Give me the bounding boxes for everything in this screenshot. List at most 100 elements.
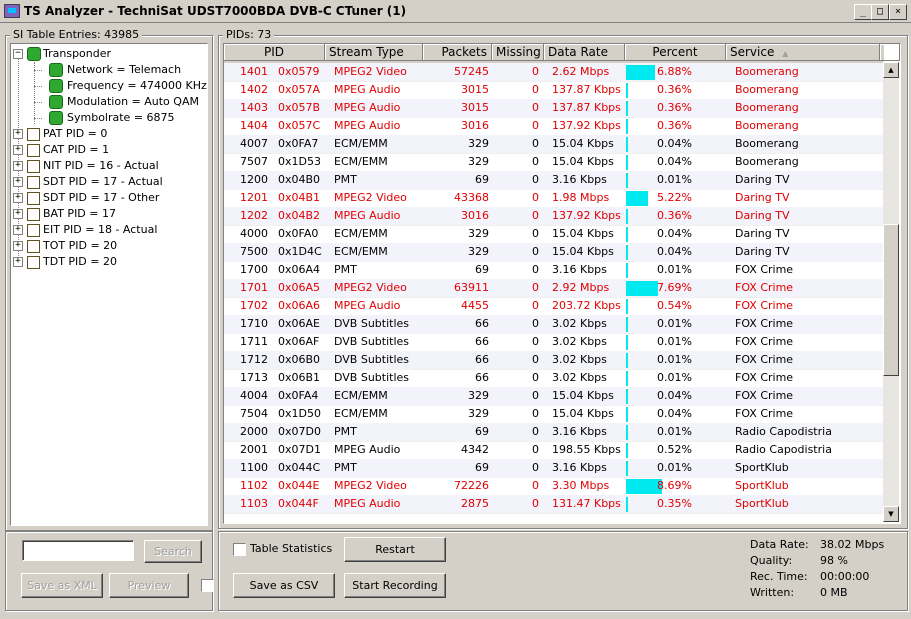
table-row[interactable]: 1702 0x06A6 MPEG Audio 4455 0 203.72 Kbps 0.54…	[224, 297, 884, 316]
table-row[interactable]: 1202 0x04B2 MPEG Audio 3016 0 137.92 Kbps 0.36…	[224, 207, 884, 226]
collapse-icon[interactable]: −	[13, 49, 23, 59]
cell-pid: 1712	[240, 353, 268, 366]
column-header-data-rate[interactable]: Data Rate	[544, 44, 625, 61]
table-row[interactable]: 1712 0x06B0 DVB Subtitles 66 0 3.02 Kbps 0.01%…	[224, 351, 884, 370]
tree-item[interactable]: Frequency = 474000 KHz	[11, 78, 207, 94]
table-row[interactable]: 1710 0x06AE DVB Subtitles 66 0 3.02 Kbps 0.01%…	[224, 315, 884, 334]
start-recording-button[interactable]: Start Recording	[344, 573, 446, 598]
table-row[interactable]: 1103 0x044F MPEG Audio 2875 0 131.47 Kbps 0.35…	[224, 495, 884, 514]
table-row[interactable]: 1102 0x044E MPEG2 Video 72226 0 3.30 Mbps 8.69…	[224, 477, 884, 496]
tree-item[interactable]: Symbolrate = 6875	[11, 110, 207, 126]
table-row[interactable]: 1404 0x057C MPEG Audio 3016 0 137.92 Kbps 0.36…	[224, 117, 884, 136]
cell-service: Boomerang	[735, 101, 799, 114]
table-row[interactable]: 4000 0x0FA0 ECM/EMM 329 0 15.04 Kbps 0.04% Dari…	[224, 225, 884, 244]
si-table-icon	[27, 176, 40, 189]
tree-item[interactable]: − Transponder	[11, 46, 207, 62]
column-header-missing[interactable]: Missing	[492, 44, 544, 61]
cell-packets: 69	[475, 425, 489, 438]
cell-missing: 0	[532, 227, 539, 240]
table-row[interactable]: 1701 0x06A5 MPEG2 Video 63911 0 2.92 Mbps 7.69…	[224, 279, 884, 298]
column-header-packets[interactable]: Packets	[423, 44, 492, 61]
table-row[interactable]: 1201 0x04B1 MPEG2 Video 43368 0 1.98 Mbps 5.22…	[224, 189, 884, 208]
table-row[interactable]: 1711 0x06AF DVB Subtitles 66 0 3.02 Kbps 0.01%…	[224, 333, 884, 352]
si-tree[interactable]: − Transponder Network = Telemach Frequency …	[10, 43, 208, 526]
table-row[interactable]: 7504 0x1D50 ECM/EMM 329 0 15.04 Kbps 0.04% FOX …	[224, 405, 884, 424]
tree-item[interactable]: Network = Telemach	[11, 62, 207, 78]
expand-icon[interactable]: +	[13, 257, 23, 267]
table-statistics-checkbox[interactable]	[233, 543, 246, 556]
table-row[interactable]: 1403 0x057B MPEG Audio 3015 0 137.87 Kbps 0.36…	[224, 99, 884, 118]
tree-item[interactable]: + PAT PID = 0	[11, 126, 207, 142]
search-input[interactable]	[22, 540, 134, 561]
green-status-icon	[49, 95, 63, 109]
tree-item[interactable]: + SDT PID = 17 - Other	[11, 190, 207, 206]
cell-data-rate: 15.04 Kbps	[552, 155, 614, 168]
table-row[interactable]: 1100 0x044C PMT 69 0 3.16 Kbps 0.01% SportKlub	[224, 459, 884, 478]
column-header-stream-type[interactable]: Stream Type	[325, 44, 423, 61]
preview-option-checkbox[interactable]	[201, 579, 214, 592]
expand-icon[interactable]: +	[13, 161, 23, 171]
tree-item[interactable]: + TOT PID = 20	[11, 238, 207, 254]
tree-item[interactable]: + TDT PID = 20	[11, 254, 207, 270]
maximize-button[interactable]: □	[871, 4, 889, 20]
cell-data-rate: 137.87 Kbps	[552, 101, 621, 114]
cell-stream-type: ECM/EMM	[334, 227, 388, 240]
table-row[interactable]: 1401 0x0579 MPEG2 Video 57245 0 2.62 Mbps 6.88…	[224, 63, 884, 82]
column-header-pid[interactable]: PID	[224, 44, 325, 61]
close-button[interactable]: ×	[889, 4, 907, 20]
cell-packets: 3015	[461, 101, 489, 114]
tree-item[interactable]: + EIT PID = 18 - Actual	[11, 222, 207, 238]
column-header-service[interactable]: Service ▲	[726, 44, 880, 61]
expand-icon[interactable]: +	[13, 225, 23, 235]
expand-icon[interactable]: +	[13, 145, 23, 155]
window-title: TS Analyzer - TechniSat UDST7000BDA DVB-…	[24, 4, 407, 18]
cell-data-rate: 15.04 Kbps	[552, 245, 614, 258]
pid-table[interactable]: PID Stream Type Packets Missing Data Rat…	[223, 43, 901, 524]
scroll-up-icon[interactable]: ▲	[883, 62, 899, 78]
table-row[interactable]: 1713 0x06B1 DVB Subtitles 66 0 3.02 Kbps 0.01%…	[224, 369, 884, 388]
table-row[interactable]: 1700 0x06A4 PMT 69 0 3.16 Kbps 0.01% FOX Crime	[224, 261, 884, 280]
table-vertical-scrollbar[interactable]: ▲ ▼	[883, 62, 899, 522]
cell-missing: 0	[532, 101, 539, 114]
table-row[interactable]: 2000 0x07D0 PMT 69 0 3.16 Kbps 0.01% Radio Capo…	[224, 423, 884, 442]
cell-data-rate: 3.16 Kbps	[552, 461, 607, 474]
scroll-thumb[interactable]	[883, 224, 899, 376]
cell-stream-type: PMT	[334, 173, 357, 186]
restart-button[interactable]: Restart	[344, 537, 446, 562]
cell-stream-type: MPEG Audio	[334, 119, 401, 132]
table-row[interactable]: 2001 0x07D1 MPEG Audio 4342 0 198.55 Kbps 0.52…	[224, 441, 884, 460]
cell-missing: 0	[532, 155, 539, 168]
cell-pid-hex: 0x044C	[278, 461, 321, 474]
cell-packets: 69	[475, 263, 489, 276]
column-header-percent[interactable]: Percent	[625, 44, 726, 61]
expand-icon[interactable]: +	[13, 129, 23, 139]
table-row[interactable]: 4007 0x0FA7 ECM/EMM 329 0 15.04 Kbps 0.04% Boom…	[224, 135, 884, 154]
search-button[interactable]: Search	[144, 540, 202, 563]
tree-item[interactable]: + NIT PID = 16 - Actual	[11, 158, 207, 174]
table-row[interactable]: 7507 0x1D53 ECM/EMM 329 0 15.04 Kbps 0.04% Boom…	[224, 153, 884, 172]
cell-pid-hex: 0x06AF	[278, 335, 320, 348]
expand-icon[interactable]: +	[13, 241, 23, 251]
quality-value: 98 %	[820, 554, 848, 567]
expand-icon[interactable]: +	[13, 177, 23, 187]
tree-item[interactable]: + BAT PID = 17	[11, 206, 207, 222]
expand-icon[interactable]: +	[13, 193, 23, 203]
tree-item[interactable]: + CAT PID = 1	[11, 142, 207, 158]
tree-item[interactable]: + SDT PID = 17 - Actual	[11, 174, 207, 190]
tree-item[interactable]: Modulation = Auto QAM	[11, 94, 207, 110]
table-row[interactable]: 1200 0x04B0 PMT 69 0 3.16 Kbps 0.01% Daring TV	[224, 171, 884, 190]
minimize-button[interactable]: _	[854, 4, 872, 20]
table-row[interactable]: 4004 0x0FA4 ECM/EMM 329 0 15.04 Kbps 0.04% FOX …	[224, 387, 884, 406]
table-row[interactable]: 1402 0x057A MPEG Audio 3015 0 137.87 Kbps 0.36…	[224, 81, 884, 100]
green-status-icon	[27, 47, 41, 61]
expand-icon[interactable]: +	[13, 209, 23, 219]
scroll-down-icon[interactable]: ▼	[883, 506, 899, 522]
cell-service: FOX Crime	[735, 371, 794, 384]
save-as-xml-button[interactable]: Save as XML	[21, 573, 103, 598]
cell-data-rate: 1.98 Mbps	[552, 191, 610, 204]
cell-data-rate: 3.02 Kbps	[552, 371, 607, 384]
preview-button[interactable]: Preview	[109, 573, 189, 598]
sort-ascending-icon: ▲	[782, 49, 789, 58]
save-as-csv-button[interactable]: Save as CSV	[233, 573, 335, 598]
table-row[interactable]: 7500 0x1D4C ECM/EMM 329 0 15.04 Kbps 0.04% Dari…	[224, 243, 884, 262]
